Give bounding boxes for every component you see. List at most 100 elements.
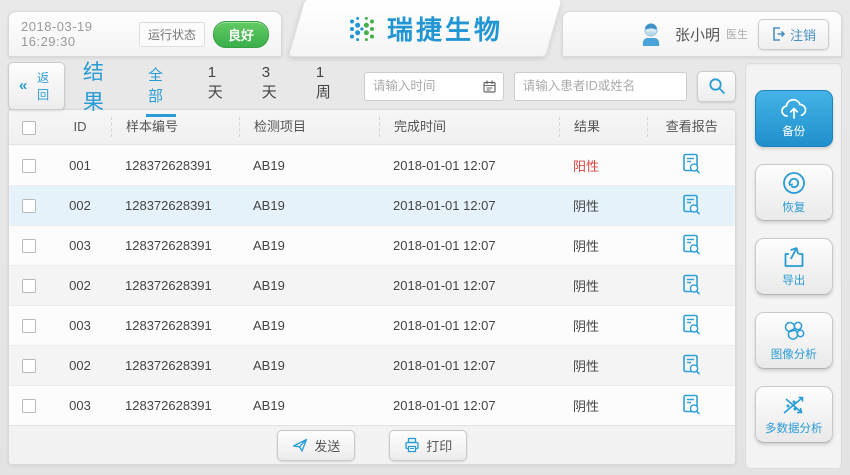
patient-search-box xyxy=(514,72,687,101)
toolbar: « 返回 结果 全部1天3天1周 xyxy=(8,63,736,109)
cell-item: AB19 xyxy=(239,158,379,173)
table-body: 001128372628391AB192018-01-01 12:07阳性002… xyxy=(9,145,735,425)
select-all-checkbox[interactable] xyxy=(22,121,36,135)
row-checkbox[interactable] xyxy=(22,359,36,373)
table-row[interactable]: 001128372628391AB192018-01-01 12:07阳性 xyxy=(9,145,735,185)
logout-button[interactable]: 注销 xyxy=(758,19,829,50)
action-sidebar: 备份恢复导出图像分析多数据分析 xyxy=(745,63,842,469)
cell-id: 001 xyxy=(49,158,111,173)
view-report-button[interactable] xyxy=(681,274,701,298)
column-header-sample: 样本编号 xyxy=(111,117,239,137)
time-input[interactable] xyxy=(365,79,483,93)
cell-id: 002 xyxy=(49,198,111,213)
calendar-icon[interactable] xyxy=(483,80,496,93)
sidebar-button-label: 导出 xyxy=(782,272,805,288)
cell-result: 阴性 xyxy=(559,276,647,295)
sidebar-button-export[interactable]: 导出 xyxy=(755,238,833,295)
send-plane-icon xyxy=(292,437,308,453)
row-checkbox[interactable] xyxy=(22,159,36,173)
report-magnifier-icon xyxy=(681,194,701,218)
view-report-button[interactable] xyxy=(681,314,701,338)
sidebar-button-multi-data-analysis[interactable]: 多数据分析 xyxy=(755,386,833,443)
tab-1-week[interactable]: 1周 xyxy=(314,56,338,117)
table-row[interactable]: 003128372628391AB192018-01-01 12:07阴性 xyxy=(9,225,735,265)
table-row[interactable]: 003128372628391AB192018-01-01 12:07阴性 xyxy=(9,305,735,345)
cell-sample: 128372628391 xyxy=(111,158,239,173)
column-header-id: ID xyxy=(49,117,111,137)
time-search-box xyxy=(364,72,504,101)
sidebar-button-backup[interactable]: 备份 xyxy=(755,90,833,147)
cell-id: 003 xyxy=(49,238,111,253)
status-badge: 良好 xyxy=(213,21,269,48)
column-header-report: 查看报告 xyxy=(647,117,735,137)
row-checkbox[interactable] xyxy=(22,279,36,293)
cell-time: 2018-01-01 12:07 xyxy=(379,358,559,373)
header: 2018-03-19 16:29:30 运行状态 良好 xyxy=(0,0,850,57)
backup-cloud-icon xyxy=(780,98,808,120)
send-button[interactable]: 发送 xyxy=(277,430,355,461)
table-row[interactable]: 002128372628391AB192018-01-01 12:07阴性 xyxy=(9,185,735,225)
cell-id: 003 xyxy=(49,318,111,333)
row-checkbox[interactable] xyxy=(22,399,36,413)
row-checkbox[interactable] xyxy=(22,199,36,213)
cell-id: 002 xyxy=(49,278,111,293)
logout-icon xyxy=(771,27,785,41)
cell-time: 2018-01-01 12:07 xyxy=(379,398,559,413)
user-name: 张小明 xyxy=(675,24,720,45)
column-header-time: 完成时间 xyxy=(379,117,559,137)
sidebar-button-image-analysis[interactable]: 图像分析 xyxy=(755,312,833,369)
search-button[interactable] xyxy=(697,71,736,102)
cell-sample: 128372628391 xyxy=(111,238,239,253)
cell-id: 003 xyxy=(49,398,111,413)
row-checkbox[interactable] xyxy=(22,239,36,253)
cell-result: 阴性 xyxy=(559,196,647,215)
sidebar-button-label: 图像分析 xyxy=(771,346,817,362)
cell-sample: 128372628391 xyxy=(111,398,239,413)
filter-tabs: 全部 1天 3天 1周 xyxy=(146,56,338,117)
page-title: 结果 xyxy=(83,56,122,116)
print-button[interactable]: 打印 xyxy=(389,430,467,461)
sidebar-button-restore[interactable]: 恢复 xyxy=(755,164,833,221)
user-panel: 张小明 医生 注销 xyxy=(562,11,842,57)
view-report-button[interactable] xyxy=(681,194,701,218)
cell-item: AB19 xyxy=(239,318,379,333)
sidebar-button-label: 恢复 xyxy=(782,199,805,215)
view-report-button[interactable] xyxy=(681,153,701,177)
cell-result: 阴性 xyxy=(559,316,647,335)
app-window: 2018-03-19 16:29:30 运行状态 良好 xyxy=(0,0,850,475)
tab-3-day[interactable]: 3天 xyxy=(260,56,284,117)
cell-time: 2018-01-01 12:07 xyxy=(379,158,559,173)
cell-item: AB19 xyxy=(239,398,379,413)
view-report-button[interactable] xyxy=(681,234,701,258)
patient-input[interactable] xyxy=(515,79,686,93)
report-magnifier-icon xyxy=(681,314,701,338)
cell-result: 阴性 xyxy=(559,236,647,255)
cell-sample: 128372628391 xyxy=(111,198,239,213)
report-magnifier-icon xyxy=(681,234,701,258)
back-button[interactable]: « 返回 xyxy=(8,62,65,110)
table-footer: 发送 打印 xyxy=(9,425,735,464)
export-icon xyxy=(781,245,807,269)
report-magnifier-icon xyxy=(681,354,701,378)
sidebar-button-label: 多数据分析 xyxy=(765,420,823,436)
view-report-button[interactable] xyxy=(681,394,701,418)
column-header-item: 检测项目 xyxy=(239,117,379,137)
status-panel: 2018-03-19 16:29:30 运行状态 良好 xyxy=(8,11,282,57)
row-checkbox[interactable] xyxy=(22,319,36,333)
table-row[interactable]: 002128372628391AB192018-01-01 12:07阴性 xyxy=(9,345,735,385)
image-analysis-icon xyxy=(780,319,808,343)
brand-dots-logo-icon xyxy=(347,14,377,44)
report-magnifier-icon xyxy=(681,274,701,298)
results-table: ID 样本编号 检测项目 完成时间 结果 查看报告 00112837262839… xyxy=(8,109,736,465)
table-row[interactable]: 003128372628391AB192018-01-01 12:07阴性 xyxy=(9,385,735,425)
send-label: 发送 xyxy=(314,436,340,455)
view-report-button[interactable] xyxy=(681,354,701,378)
cell-result: 阴性 xyxy=(559,396,647,415)
table-row[interactable]: 002128372628391AB192018-01-01 12:07阴性 xyxy=(9,265,735,305)
tab-all[interactable]: 全部 xyxy=(146,56,176,117)
cell-item: AB19 xyxy=(239,238,379,253)
cell-result: 阳性 xyxy=(559,156,647,175)
tab-1-day[interactable]: 1天 xyxy=(206,56,230,117)
sidebar-button-label: 备份 xyxy=(782,123,805,139)
brand-name: 瑞捷生物 xyxy=(387,10,503,47)
